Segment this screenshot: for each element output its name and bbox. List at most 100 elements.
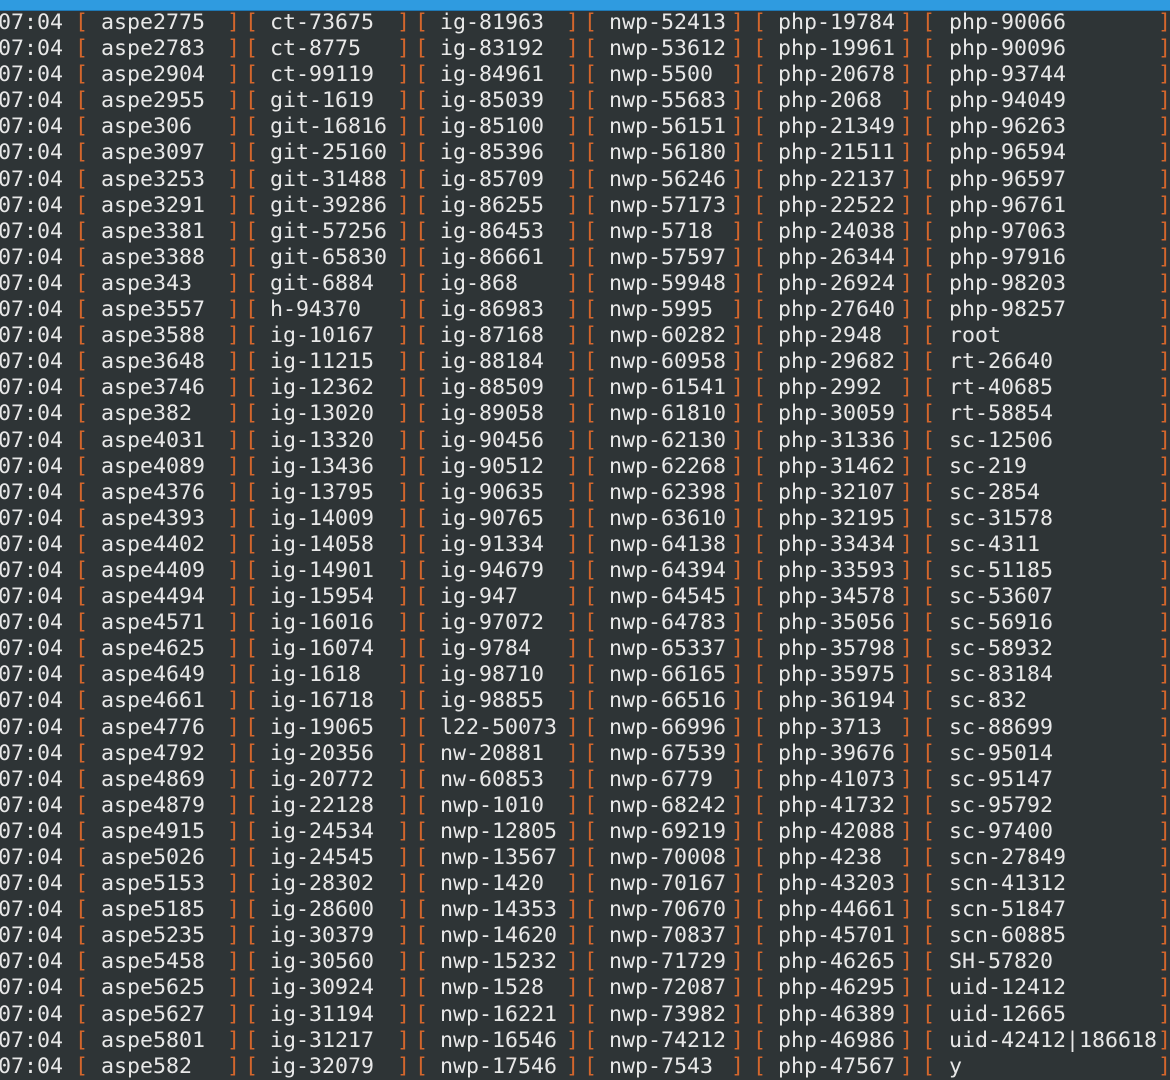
right-bracket: ] bbox=[566, 244, 580, 270]
right-bracket: ] bbox=[1158, 871, 1170, 897]
left-bracket: [ bbox=[245, 557, 259, 583]
timestamp: 07:04 bbox=[0, 36, 64, 62]
entry-name: nwp-5500 bbox=[609, 62, 714, 88]
entry-name: ig-20772 bbox=[270, 766, 375, 792]
right-bracket: ] bbox=[397, 949, 411, 975]
left-bracket: [ bbox=[922, 1001, 936, 1027]
entry-name: php-21511 bbox=[778, 140, 896, 166]
entry-name: nwp-61541 bbox=[609, 375, 727, 401]
right-bracket: ] bbox=[566, 453, 580, 479]
terminal-line: 07:04[aspe5458][ig-30560][nwp-15232][nwp… bbox=[0, 949, 1170, 975]
entry-name: aspe2904 bbox=[101, 62, 206, 88]
left-bracket: [ bbox=[75, 845, 89, 870]
right-bracket: ] bbox=[566, 714, 580, 740]
entry-name: php-19784 bbox=[778, 10, 896, 35]
entry-name: aspe5627 bbox=[101, 1001, 206, 1027]
right-bracket: ] bbox=[227, 610, 241, 636]
terminal-line: 07:04[aspe4649][ig-1618][ig-98710][nwp-6… bbox=[0, 662, 1170, 688]
entry-name: nwp-55683 bbox=[609, 88, 727, 114]
left-bracket: [ bbox=[245, 375, 259, 401]
right-bracket: ] bbox=[1158, 62, 1170, 88]
left-bracket: [ bbox=[753, 140, 767, 166]
entry-name: sc-832 bbox=[949, 688, 1028, 714]
right-bracket: ] bbox=[731, 375, 745, 401]
right-bracket: ] bbox=[731, 114, 745, 140]
left-bracket: [ bbox=[753, 270, 767, 296]
right-bracket: ] bbox=[227, 192, 241, 218]
entry-name: ig-90765 bbox=[440, 505, 545, 531]
right-bracket: ] bbox=[227, 975, 241, 1001]
left-bracket: [ bbox=[75, 740, 89, 766]
left-bracket: [ bbox=[245, 192, 259, 218]
left-bracket: [ bbox=[415, 531, 429, 557]
left-bracket: [ bbox=[922, 845, 936, 870]
right-bracket: ] bbox=[900, 845, 914, 870]
right-bracket: ] bbox=[566, 479, 580, 505]
entry-name: nw-20881 bbox=[440, 740, 545, 766]
right-bracket: ] bbox=[397, 10, 411, 35]
right-bracket: ] bbox=[566, 610, 580, 636]
entry-name: nwp-16221 bbox=[440, 1001, 558, 1027]
right-bracket: ] bbox=[227, 923, 241, 949]
timestamp: 07:04 bbox=[0, 662, 64, 688]
entry-name: aspe3253 bbox=[101, 166, 206, 192]
entry-name: php-2068 bbox=[778, 88, 883, 114]
left-bracket: [ bbox=[753, 949, 767, 975]
right-bracket: ] bbox=[397, 270, 411, 296]
right-bracket: ] bbox=[900, 531, 914, 557]
right-bracket: ] bbox=[397, 453, 411, 479]
left-bracket: [ bbox=[584, 244, 598, 270]
left-bracket: [ bbox=[245, 949, 259, 975]
entry-name: sc-2854 bbox=[949, 479, 1041, 505]
left-bracket: [ bbox=[245, 479, 259, 505]
entry-name: ig-30379 bbox=[270, 923, 375, 949]
left-bracket: [ bbox=[75, 1001, 89, 1027]
entry-name: aspe5625 bbox=[101, 975, 206, 1001]
right-bracket: ] bbox=[1158, 818, 1170, 844]
left-bracket: [ bbox=[584, 114, 598, 140]
left-bracket: [ bbox=[245, 88, 259, 114]
right-bracket: ] bbox=[566, 688, 580, 714]
left-bracket: [ bbox=[753, 818, 767, 844]
right-bracket: ] bbox=[900, 1001, 914, 1027]
entry-name: nwp-73982 bbox=[609, 1001, 727, 1027]
left-bracket: [ bbox=[245, 166, 259, 192]
entry-name: root bbox=[949, 323, 1002, 349]
left-bracket: [ bbox=[415, 401, 429, 427]
right-bracket: ] bbox=[1158, 1027, 1170, 1053]
left-bracket: [ bbox=[415, 36, 429, 62]
left-bracket: [ bbox=[75, 427, 89, 453]
right-bracket: ] bbox=[900, 636, 914, 662]
entry-name: ig-30560 bbox=[270, 949, 375, 975]
right-bracket: ] bbox=[1158, 505, 1170, 531]
left-bracket: [ bbox=[584, 323, 598, 349]
right-bracket: ] bbox=[900, 349, 914, 375]
left-bracket: [ bbox=[415, 557, 429, 583]
left-bracket: [ bbox=[922, 714, 936, 740]
timestamp: 07:04 bbox=[0, 62, 64, 88]
entry-name: nwp-15232 bbox=[440, 949, 558, 975]
right-bracket: ] bbox=[566, 871, 580, 897]
terminal-line: 07:04[aspe382][ig-13020][ig-89058][nwp-6… bbox=[0, 401, 1170, 427]
right-bracket: ] bbox=[900, 975, 914, 1001]
entry-name: aspe5235 bbox=[101, 923, 206, 949]
timestamp: 07:04 bbox=[0, 270, 64, 296]
terminal-window[interactable]: 07:04[aspe2775][ct-73675][ig-81963][nwp-… bbox=[0, 0, 1170, 1080]
left-bracket: [ bbox=[245, 453, 259, 479]
entry-name: ig-88509 bbox=[440, 375, 545, 401]
right-bracket: ] bbox=[397, 557, 411, 583]
entry-name: php-46389 bbox=[778, 1001, 896, 1027]
right-bracket: ] bbox=[397, 375, 411, 401]
left-bracket: [ bbox=[584, 923, 598, 949]
entry-name: ig-90512 bbox=[440, 453, 545, 479]
entry-name: scn-41312 bbox=[949, 871, 1067, 897]
entry-name: aspe4402 bbox=[101, 531, 206, 557]
timestamp: 07:04 bbox=[0, 714, 64, 740]
right-bracket: ] bbox=[1158, 453, 1170, 479]
entry-name: ig-89058 bbox=[440, 401, 545, 427]
left-bracket: [ bbox=[415, 10, 429, 35]
right-bracket: ] bbox=[1158, 244, 1170, 270]
entry-name: aspe4494 bbox=[101, 584, 206, 610]
terminal-line: 07:04[aspe4915][ig-24534][nwp-12805][nwp… bbox=[0, 819, 1170, 845]
entry-name: aspe4409 bbox=[101, 557, 206, 583]
